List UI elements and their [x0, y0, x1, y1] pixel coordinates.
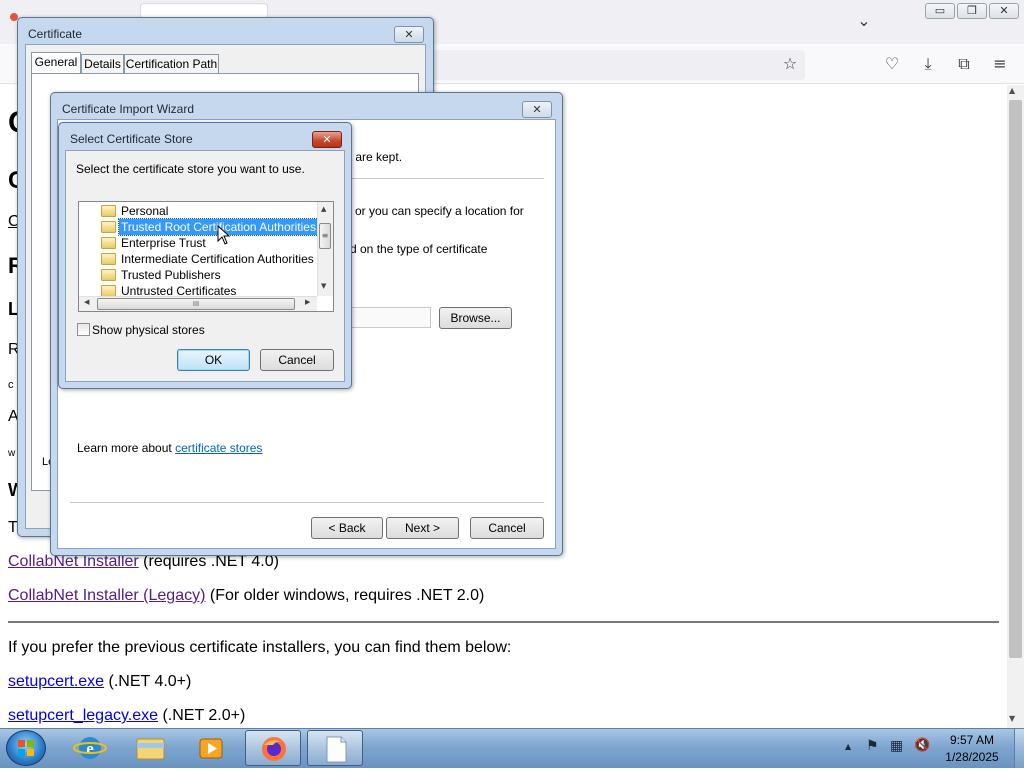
store-name-field[interactable] — [340, 307, 431, 328]
store-trusted-publishers[interactable]: Trusted Publishers — [119, 267, 223, 283]
app-menu-icon[interactable]: ≡ — [989, 53, 1011, 75]
page-text-fragment: w — [8, 448, 16, 459]
learn-more-line: Learn more about certificate stores — [77, 441, 262, 455]
wizard-partial-text: s are kept. — [346, 150, 403, 164]
folder-icon — [101, 205, 116, 217]
show-hidden-icons[interactable]: ▲ — [845, 742, 851, 751]
setupcert-note: (.NET 4.0+) — [104, 673, 192, 690]
internet-explorer-icon: e — [73, 737, 107, 759]
tree-scroll-thumb[interactable]: ≡ — [319, 223, 331, 249]
folder-icon — [136, 738, 165, 760]
folder-icon — [101, 269, 116, 281]
legacy-note: (For older windows, requires .NET 2.0) — [205, 587, 485, 604]
firefox-icon — [262, 737, 286, 761]
start-button[interactable] — [6, 730, 46, 766]
legacy-installer-line: CollabNet Installer (Legacy) (For older … — [8, 587, 484, 605]
store-enterprise-trust[interactable]: Enterprise Trust — [119, 235, 208, 251]
taskbar-internet-explorer[interactable]: e — [62, 730, 118, 766]
folder-icon — [101, 253, 116, 265]
certificate-stores-link[interactable]: certificate stores — [175, 441, 262, 455]
import-wizard-close-button[interactable]: ✕ — [522, 101, 552, 118]
bookmark-star-icon[interactable]: ☆ — [779, 53, 801, 75]
tree-scroll-left-icon[interactable]: ◀ — [84, 298, 89, 306]
windows-logo-icon — [18, 740, 34, 756]
learn-more-text: Learn more about — [77, 441, 176, 455]
store-personal[interactable]: Personal — [119, 203, 170, 219]
folder-icon — [101, 221, 116, 233]
volume-muted-icon[interactable]: 🔇 — [914, 738, 930, 753]
select-store-title: Select Certificate Store — [70, 132, 193, 146]
previous-installers-text: If you prefer the previous certificate i… — [8, 639, 512, 656]
back-button[interactable]: < Back — [311, 517, 383, 539]
certificate-window-title: Certificate — [28, 27, 83, 41]
scroll-up-arrow-icon[interactable]: ▲ — [1009, 86, 1015, 95]
tab-general[interactable]: General — [31, 52, 81, 74]
wizard-cancel-button[interactable]: Cancel — [470, 517, 544, 539]
import-wizard-title: Certificate Import Wizard — [62, 102, 195, 116]
taskbar-document-app[interactable] — [307, 730, 363, 766]
horizontal-rule — [8, 621, 999, 623]
show-physical-stores-checkbox[interactable] — [77, 323, 90, 336]
taskbar-file-explorer[interactable] — [122, 730, 178, 766]
tree-scroll-right-icon[interactable]: ▶ — [305, 298, 310, 306]
mouse-cursor-icon — [217, 225, 231, 245]
setupcert-legacy-note: (.NET 2.0+) — [158, 707, 246, 724]
close-browser-button[interactable]: ✕ — [989, 3, 1019, 19]
collabnet-legacy-link[interactable]: CollabNet Installer (Legacy) — [8, 587, 205, 604]
tab-certification-path[interactable]: Certification Path — [124, 54, 219, 73]
setupcert-line: setupcert.exe (.NET 4.0+) — [8, 673, 191, 691]
url-bar[interactable] — [430, 50, 805, 80]
network-icon[interactable]: ▦ — [890, 738, 903, 754]
restore-button[interactable]: ❐ — [957, 3, 987, 19]
tree-viewport: Personal Trusted Root Certification Auth… — [79, 202, 319, 298]
ok-button[interactable]: OK — [177, 349, 250, 371]
extensions-icon[interactable]: ⧉ — [953, 53, 975, 75]
taskbar-media-player[interactable] — [183, 730, 239, 766]
pocket-icon[interactable]: ♡ — [881, 53, 903, 75]
clock-date[interactable]: 1/28/2025 — [937, 750, 1007, 764]
next-button[interactable]: Next > — [386, 517, 459, 539]
select-store-instruction: Select the certificate store you want to… — [76, 162, 305, 176]
page-text-fragment: c — [8, 379, 14, 391]
setupcert-link[interactable]: setupcert.exe — [8, 673, 104, 690]
list-all-tabs-icon[interactable]: ⌄ — [853, 10, 875, 32]
wizard-separator-bottom — [70, 502, 544, 503]
minimize-button[interactable]: ▭ — [925, 3, 955, 19]
tree-scroll-down-icon[interactable]: ▼ — [321, 282, 326, 290]
select-store-close-button[interactable]: ✕ — [312, 131, 342, 148]
folder-icon — [101, 237, 116, 249]
setupcert-legacy-link[interactable]: setupcert_legacy.exe — [8, 707, 158, 724]
store-intermediate[interactable]: Intermediate Certification Authorities — [119, 251, 316, 267]
svg-text:e: e — [86, 739, 94, 758]
taskbar-firefox[interactable] — [245, 730, 301, 766]
tab-details[interactable]: Details — [81, 54, 124, 73]
page-scroll-thumb[interactable] — [1009, 100, 1022, 658]
action-center-flag-icon[interactable]: ⚑ — [866, 738, 879, 754]
tree-hscroll-thumb[interactable]: III — [97, 298, 295, 310]
wizard-partial-text: or you can specify a location for — [355, 204, 524, 218]
scroll-down-arrow-icon[interactable]: ▼ — [1009, 714, 1015, 723]
show-physical-stores-label: Show physical stores — [92, 323, 205, 337]
wizard-partial-text: d on the type of certificate — [350, 242, 488, 256]
document-icon — [326, 736, 347, 763]
show-desktop-button[interactable] — [1014, 729, 1024, 768]
select-store-cancel-button[interactable]: Cancel — [260, 349, 334, 371]
downloads-icon[interactable]: ⤓ — [917, 53, 939, 75]
clock-time[interactable]: 9:57 AM — [937, 733, 1007, 747]
tree-scroll-up-icon[interactable]: ▲ — [321, 205, 326, 213]
media-player-icon — [199, 738, 223, 759]
setupcert-legacy-line: setupcert_legacy.exe (.NET 2.0+) — [8, 707, 245, 725]
certificate-close-button[interactable]: ✕ — [394, 26, 424, 43]
certificate-store-tree[interactable]: Personal Trusted Root Certification Auth… — [78, 201, 334, 312]
browse-button[interactable]: Browse... — [439, 307, 512, 329]
